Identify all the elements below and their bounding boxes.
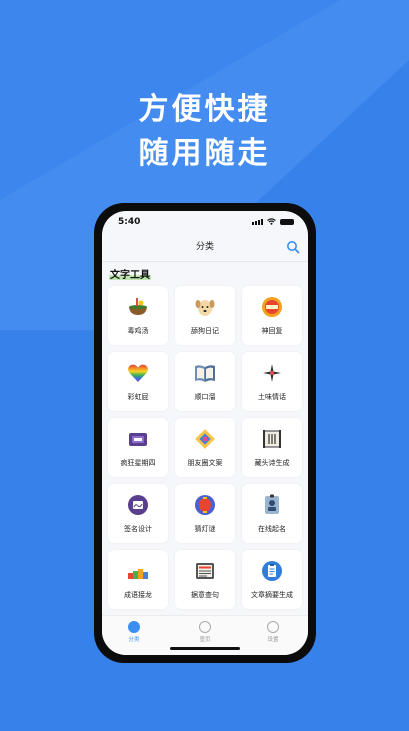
phone-frame: 5:40 分类 文字工具 毒鸡汤 舔狗日记 神回复 彩虹屁 顺口溜 土味情话 疯… [94,203,316,663]
promo-headline-2: 随用随走 [138,136,271,171]
tool-card-acrostic[interactable]: 藏头诗生成 [242,418,302,477]
tool-label: 签名设计 [124,525,152,533]
tool-card-naming[interactable]: 在线起名 [242,484,302,543]
clipboard-icon [262,561,282,581]
gear-icon [267,621,279,633]
tab-settings[interactable]: 设置 [248,621,298,643]
nav-divider [102,261,308,262]
tool-card-soup[interactable]: 毒鸡汤 [108,286,168,345]
nav-bar: 分类 [102,235,308,259]
tv-icon [129,433,147,446]
tool-label: 土味情话 [258,393,286,401]
home-indicator [170,647,240,650]
signature-icon [128,495,148,515]
tool-label: 成语接龙 [124,591,152,599]
tool-label: 猜灯谜 [194,525,216,533]
soup-bowl-icon [129,298,147,315]
status-bar: 5:40 [102,211,308,233]
category-tab-icon [128,621,140,633]
news-icon [196,563,214,579]
open-book-icon [195,365,215,382]
search-icon[interactable] [286,240,300,254]
wifi-icon [267,218,276,225]
battery-icon [280,218,294,225]
tool-label: 文章摘要生成 [251,591,293,599]
signal-icon [252,218,263,225]
tool-label: 彩虹屁 [127,393,149,401]
status-icons [252,218,294,225]
tab-label: 分类 [128,637,140,643]
tool-label: 据意查句 [191,591,219,599]
scroll-icon [263,430,281,448]
tool-label: 舔狗日记 [191,327,219,335]
tab-label: 设置 [267,637,279,643]
tab-category[interactable]: 分类 [109,621,159,643]
tool-label: 神回复 [261,327,283,335]
phone-screen: 5:40 分类 文字工具 毒鸡汤 舔狗日记 神回复 彩虹屁 顺口溜 土味情话 疯… [102,211,308,655]
tool-card-crazy-thursday[interactable]: 疯狂星期四 [108,418,168,477]
tool-card-rhyme[interactable]: 顺口溜 [175,352,235,411]
photo-collage-icon [195,429,215,449]
tool-card-idiom-chain[interactable]: 成语接龙 [108,550,168,609]
tool-card-rainbow[interactable]: 彩虹屁 [108,352,168,411]
tool-card-reply[interactable]: 神回复 [242,286,302,345]
sparkle-icon [263,364,281,382]
tool-label: 在线起名 [258,525,286,533]
tool-label: 疯狂星期四 [120,459,156,467]
tab-home[interactable]: 壹页 [180,621,230,643]
tool-label: 藏头诗生成 [254,459,290,467]
tool-card-sentence-search[interactable]: 据意查句 [175,550,235,609]
dominoes-icon [128,569,148,579]
status-time: 5:40 [118,217,141,227]
tool-label: 朋友圈文案 [187,459,223,467]
tool-grid: 毒鸡汤 舔狗日记 神回复 彩虹屁 顺口溜 土味情话 疯狂星期四 朋友圈文案 藏头… [108,286,304,609]
promo-headline-1: 方便快捷 [138,92,271,127]
tool-card-dog-diary[interactable]: 舔狗日记 [175,286,235,345]
lantern-icon [195,495,215,515]
tool-card-summary[interactable]: 文章摘要生成 [242,550,302,609]
dog-icon [195,300,215,316]
home-tab-icon [199,621,211,633]
tool-label: 毒鸡汤 [127,327,149,335]
nav-title: 分类 [195,242,214,252]
wow-badge-icon [262,297,282,317]
tab-label: 壹页 [199,637,211,643]
section-title: 文字工具 [110,270,150,281]
tool-card-love-talk[interactable]: 土味情话 [242,352,302,411]
id-badge-icon [265,494,279,514]
tool-card-moments[interactable]: 朋友圈文案 [175,418,235,477]
tool-label: 顺口溜 [194,393,216,401]
rainbow-heart-icon [128,364,148,382]
tool-card-lantern[interactable]: 猜灯谜 [175,484,235,543]
tool-card-signature[interactable]: 签名设计 [108,484,168,543]
